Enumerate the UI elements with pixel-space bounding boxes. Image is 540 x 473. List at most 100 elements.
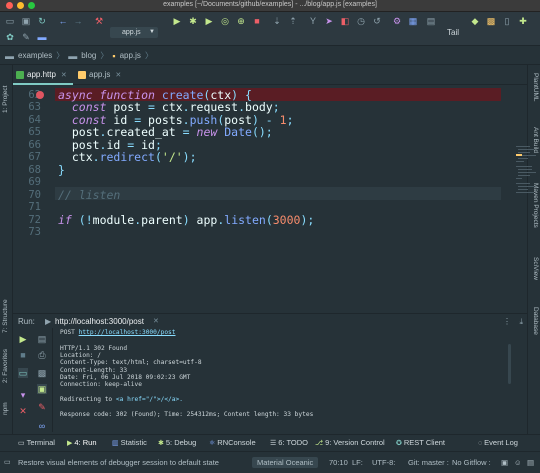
tab-statistic[interactable]: ▥ Statistic: [112, 438, 147, 447]
breadcrumb-item-examples[interactable]: examples: [18, 51, 52, 60]
sdk-icon[interactable]: ▤: [426, 16, 436, 26]
close-icon[interactable]: ✕: [61, 72, 67, 79]
line-number: 69: [28, 176, 41, 188]
tool-window-database[interactable]: Database: [532, 307, 539, 335]
code-editor[interactable]: 62 63 64 65 66 67 68 69 70 71 72 73 asyn…: [13, 86, 536, 384]
print-icon[interactable]: ⎙: [37, 350, 47, 360]
run-console[interactable]: POST http://localhost:3000/post HTTP/1.1…: [56, 328, 526, 432]
forward-icon[interactable]: →: [73, 16, 83, 26]
tool-window-project[interactable]: 1: Project: [2, 86, 9, 113]
editor-tabs: app.http ✕ app.js ✕: [13, 65, 527, 85]
run-icon[interactable]: ▶: [172, 16, 182, 26]
close-icon[interactable]: ✕: [18, 406, 28, 416]
tool-window-structure[interactable]: 7: Structure: [2, 299, 9, 333]
redirect-prefix: Redirecting to: [60, 396, 116, 403]
console-line: Location: /: [60, 352, 101, 359]
close-icon[interactable]: ✕: [153, 314, 159, 329]
code-line-72: if (!module.parent) app.listen(3000);: [58, 213, 315, 227]
tab-app-http[interactable]: app.http ✕: [13, 65, 73, 85]
sync-icon[interactable]: ↻: [37, 16, 47, 26]
attach-icon[interactable]: ⊕: [236, 16, 246, 26]
tab-event-log[interactable]: ◌ Event Log: [478, 438, 518, 447]
js-file-icon: ▪: [112, 50, 116, 61]
vcs-icon: ⎇: [315, 440, 324, 447]
tab-label: 9: Version Control: [325, 438, 385, 447]
tool-window-sciview[interactable]: SciView: [532, 257, 539, 280]
vcs-push-icon[interactable]: ➤: [324, 16, 334, 26]
android-icon[interactable]: ◆: [470, 16, 480, 26]
vcs-commit-icon[interactable]: ⇡: [288, 16, 298, 26]
tab-label: REST Client: [403, 438, 446, 447]
tab-run[interactable]: ▶ 4: Run: [67, 438, 97, 447]
todo-icon: ☰: [270, 440, 277, 447]
terminal-icon[interactable]: ▯: [502, 16, 512, 26]
memory-icon[interactable]: ▤: [527, 458, 534, 467]
clear-all-icon[interactable]: ✎: [37, 402, 47, 412]
theme-indicator[interactable]: Material Oceanic: [252, 457, 319, 468]
inspector-icon[interactable]: ☺: [514, 458, 522, 467]
gitflow-status[interactable]: No Gitflow :: [452, 458, 491, 467]
back-icon[interactable]: ←: [58, 16, 68, 26]
line-number: 72: [28, 214, 41, 226]
vcs-branch-icon[interactable]: Y: [308, 16, 318, 26]
database-icon[interactable]: ✿: [5, 32, 15, 42]
tool-window-favorites[interactable]: 2: Favorites: [2, 349, 9, 383]
caret-position[interactable]: 70:10: [329, 458, 348, 467]
run-configuration-select[interactable]: app.js ▼: [110, 27, 158, 38]
hide-panel-icon[interactable]: ⤓: [519, 314, 523, 329]
vcs-branch[interactable]: Git: master :: [408, 458, 449, 467]
stop-icon[interactable]: ■: [252, 16, 262, 26]
status-panel-toggle-icon[interactable]: ▭: [4, 458, 11, 466]
vcs-update-icon[interactable]: ⇣: [272, 16, 282, 26]
tab-debug[interactable]: ✱ 5: Debug: [158, 438, 196, 447]
export-icon[interactable]: ▣: [37, 384, 47, 394]
close-icon[interactable]: ✕: [115, 72, 121, 79]
code-minimap[interactable]: [516, 146, 538, 216]
rerun-icon[interactable]: ▶: [18, 334, 28, 344]
line-number: 64: [28, 114, 41, 126]
breadcrumb-item-file[interactable]: app.js: [120, 51, 141, 60]
avd-manager-icon[interactable]: ▩: [486, 16, 496, 26]
tool-window-plantuml[interactable]: PlantUML: [532, 73, 539, 102]
revert-icon[interactable]: ↺: [372, 16, 382, 26]
console-request-line: POST http://localhost:3000/post: [60, 329, 176, 336]
pin-icon[interactable]: ▾: [18, 390, 28, 400]
tab-version-control[interactable]: ⎇ 9: Version Control: [315, 438, 385, 447]
settings-icon[interactable]: ⚙: [392, 16, 402, 26]
open-folder-icon[interactable]: ▭: [5, 16, 15, 26]
tab-rnconsole[interactable]: ⚛ RNConsole: [209, 438, 256, 447]
chevron-right-icon: 〉: [144, 51, 153, 60]
tail-label[interactable]: Tail: [447, 28, 459, 37]
restore-layout-icon[interactable]: ▭: [18, 368, 28, 378]
breadcrumb-item-blog[interactable]: blog: [81, 51, 96, 60]
tab-app-js[interactable]: app.js ✕: [75, 65, 135, 85]
folder-icon[interactable]: ▬: [37, 32, 47, 42]
lock-icon[interactable]: ▣: [501, 458, 508, 467]
tab-rest-client[interactable]: ✪ REST Client: [396, 438, 445, 447]
more-options-icon[interactable]: ⋮: [503, 314, 511, 329]
link-icon[interactable]: ∞: [37, 421, 47, 431]
scroll-to-end-icon[interactable]: ▤: [37, 334, 47, 344]
history-icon[interactable]: ◷: [356, 16, 366, 26]
file-encoding[interactable]: UTF-8:: [372, 458, 395, 467]
edit-icon[interactable]: ✎: [21, 32, 31, 42]
line-separator[interactable]: LF:: [352, 458, 363, 467]
profile-icon[interactable]: ◎: [220, 16, 230, 26]
soft-wrap-icon[interactable]: ▩: [37, 368, 47, 378]
save-all-icon[interactable]: ▣: [21, 16, 31, 26]
vcs-compare-icon[interactable]: ◧: [340, 16, 350, 26]
project-structure-icon[interactable]: ▦: [408, 16, 418, 26]
stop-icon[interactable]: ■: [18, 350, 28, 360]
request-url-link[interactable]: http://localhost:3000/post: [79, 329, 176, 336]
tab-terminal[interactable]: ▭ Terminal: [18, 438, 55, 447]
tab-todo[interactable]: ☰ 6: TODO: [270, 438, 308, 447]
breakpoint-icon[interactable]: [36, 91, 44, 99]
line-number: 63: [28, 101, 41, 113]
tool-window-npm[interactable]: npm: [2, 402, 9, 415]
window-title: examples [~/Documents/github/examples] -…: [163, 1, 377, 8]
debug-icon[interactable]: ✱: [188, 16, 198, 26]
plugin-icon[interactable]: ✚: [518, 16, 528, 26]
run-tab-label[interactable]: http://localhost:3000/post: [55, 314, 144, 329]
run-with-coverage-icon[interactable]: ▶: [204, 16, 214, 26]
build-hammer-icon[interactable]: ⚒: [94, 16, 104, 26]
